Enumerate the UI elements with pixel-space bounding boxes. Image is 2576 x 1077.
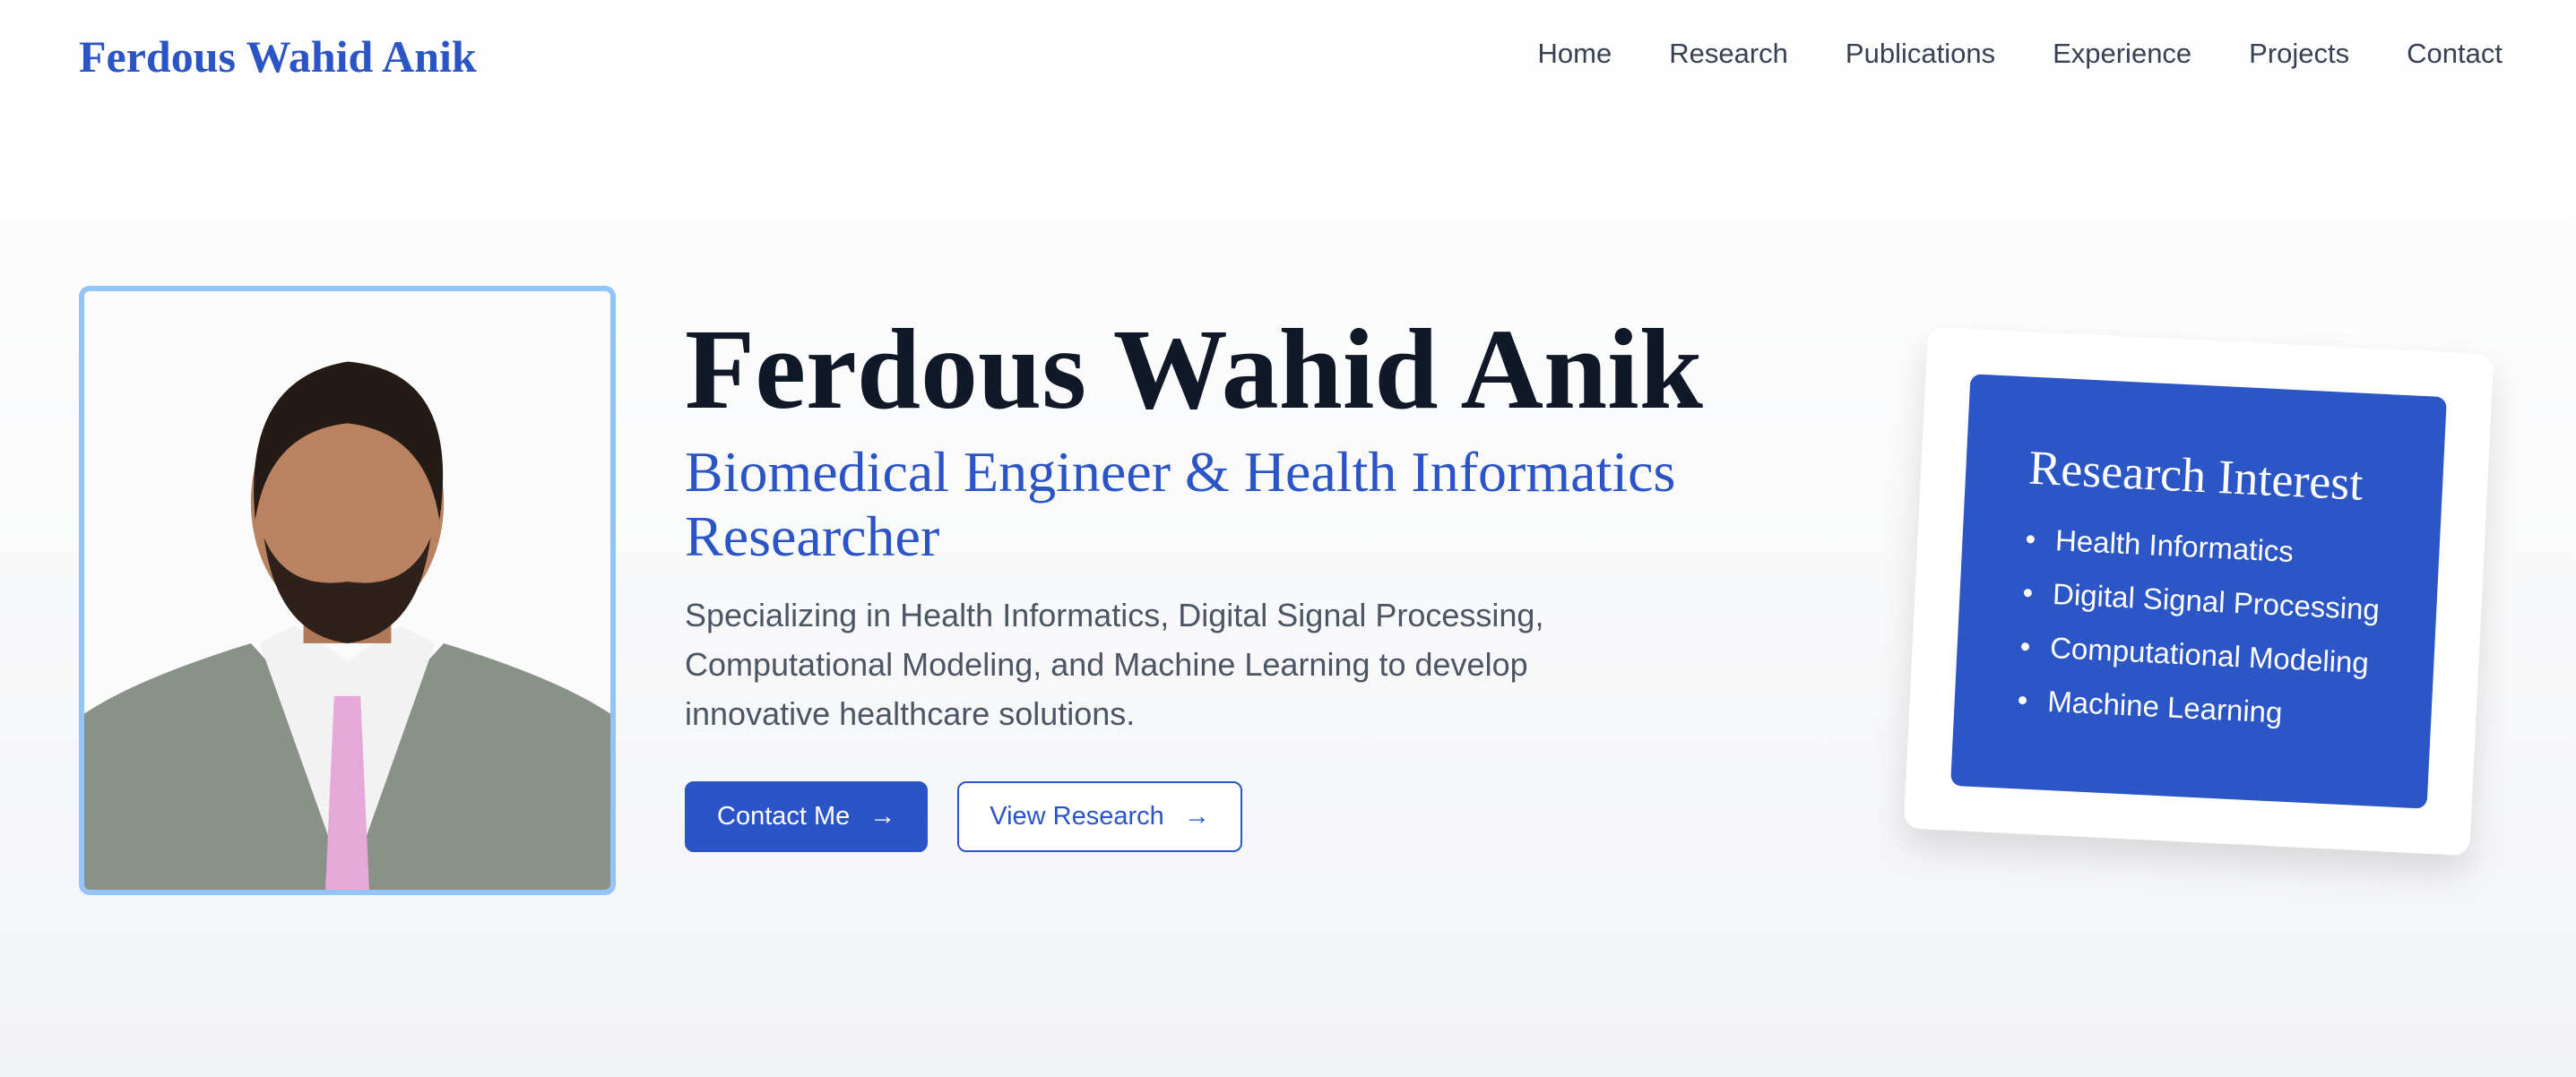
research-interest-panel: Research Interest Health Informatics Dig… (1950, 374, 2447, 809)
nav-projects[interactable]: Projects (2249, 38, 2349, 70)
view-research-button[interactable]: View Research → (957, 781, 1242, 853)
main-nav: Home Research Publications Experience Pr… (1538, 38, 2503, 70)
interest-item: Machine Learning (2017, 683, 2432, 737)
contact-me-button[interactable]: Contact Me → (685, 781, 929, 853)
contact-me-label: Contact Me (717, 802, 851, 831)
hero-name: Ferdous Wahid Anik (685, 306, 1703, 433)
hero-description: Specializing in Health Informatics, Digi… (685, 597, 1544, 733)
interest-item: Health Informatics (2025, 522, 2440, 577)
research-interest-card: Research Interest Health Informatics Dig… (1903, 326, 2494, 857)
nav-home[interactable]: Home (1538, 38, 1612, 70)
arrow-right-icon: → (1183, 802, 1210, 831)
nav-experience[interactable]: Experience (2053, 38, 2191, 70)
hero-title: Biomedical Engineer & Health Informatics… (685, 440, 1676, 569)
nav-publications[interactable]: Publications (1846, 38, 1995, 70)
nav-contact[interactable]: Contact (2407, 38, 2503, 70)
card-title: Research Interest (2027, 440, 2364, 511)
interest-item: Digital Signal Processing (2022, 575, 2437, 630)
view-research-label: View Research (990, 802, 1164, 831)
interest-item: Computational Modeling (2019, 629, 2434, 684)
nav-research[interactable]: Research (1669, 38, 1788, 70)
profile-photo (79, 286, 616, 895)
hero-section: Ferdous Wahid Anik Biomedical Engineer &… (685, 306, 1760, 853)
site-logo[interactable]: Ferdous Wahid Anik (79, 30, 477, 82)
arrow-right-icon: → (869, 802, 896, 831)
